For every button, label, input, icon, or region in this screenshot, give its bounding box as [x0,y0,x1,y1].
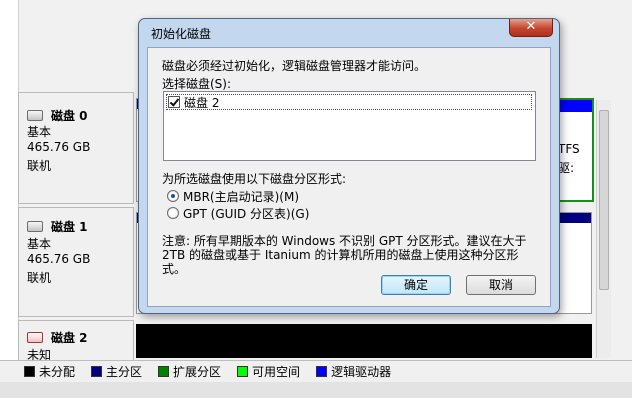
select-disk-label: 选择磁盘(S): [162,77,232,91]
intro-text: 磁盘必须经过初始化，逻辑磁盘管理器才能访问。 [162,59,427,73]
gpt-radio[interactable] [167,207,179,219]
disk-list-item-label: 磁盘 2 [184,95,220,110]
unknown-disk-icon [27,332,43,343]
vertical-scrollbar[interactable] [596,100,611,358]
disk-icon [27,110,43,121]
disk-1-row[interactable]: 磁盘 1 基本 465.76 GB 联机 [18,207,134,317]
disk-icon [27,221,43,232]
legend-label: 主分区 [106,365,143,379]
disk-0-type: 基本 [27,125,52,139]
volume-label-fragment: 驱: [558,161,575,175]
disk-2-name: 磁盘 2 [51,331,88,345]
legend-unallocated: 未分配 [24,363,75,380]
legend-free-space: 可用空间 [237,363,300,380]
dialog-title: 初始化磁盘 [151,27,212,41]
left-margin [0,0,19,360]
disk-listbox[interactable]: 磁盘 2 [163,91,536,161]
ok-button[interactable]: 确定 [381,275,451,295]
disk-2-checkbox[interactable] [168,96,180,108]
legend-swatch [316,366,328,377]
disk-0-status: 联机 [27,159,52,173]
disk-1-status: 联机 [27,271,52,285]
disk-0-size: 465.76 GB [27,140,91,154]
mbr-radio[interactable] [167,190,179,202]
legend-logical: 逻辑驱动器 [316,363,391,380]
volume-fs-fragment: TFS [558,142,580,156]
disk-2-row[interactable]: 磁盘 2 未知 [18,320,134,362]
disk-2-unallocated[interactable] [136,324,592,358]
mbr-label[interactable]: MBR(主启动记录)(M) [183,188,299,205]
note-line-2: 2TB 的磁盘或基于 Itanium 的计算机所用的磁盘上使用这种分区形 [162,248,519,262]
disk-0-row[interactable]: 磁盘 0 基本 465.76 GB 联机 [18,92,134,204]
disk-list-item[interactable]: 磁盘 2 [166,94,532,110]
close-button[interactable]: ✕ [509,19,553,37]
disk-1-name: 磁盘 1 [51,220,88,234]
note-line-3: 式。 [162,262,187,276]
legend-label: 逻辑驱动器 [331,365,392,379]
legend-primary: 主分区 [91,363,142,380]
legend-swatch [158,366,170,377]
partition-style-label: 为所选磁盘使用以下磁盘分区形式: [162,172,347,186]
cancel-button[interactable]: 取消 [466,275,536,295]
legend-bar: 未分配 主分区 扩展分区 可用空间 逻辑驱动器 [0,360,632,382]
initialize-disk-dialog: 初始化磁盘 ✕ 磁盘必须经过初始化，逻辑磁盘管理器才能访问。 选择磁盘(S): … [138,18,560,314]
scrollbar-thumb[interactable] [599,110,609,290]
disk-0-name: 磁盘 0 [51,109,88,123]
legend-label: 未分配 [39,365,76,379]
disk-1-type: 基本 [27,237,52,251]
legend-swatch [24,366,35,377]
legend-extended: 扩展分区 [158,363,221,380]
close-icon: ✕ [525,19,537,34]
legend-swatch [91,366,103,377]
legend-label: 可用空间 [252,365,301,379]
gpt-label[interactable]: GPT (GUID 分区表)(G) [183,205,309,222]
legend-label: 扩展分区 [173,365,222,379]
status-strip [0,382,632,398]
legend-swatch [237,366,249,377]
disk-1-size: 465.76 GB [27,252,91,266]
dialog-body: 磁盘必须经过初始化，逻辑磁盘管理器才能访问。 选择磁盘(S): 磁盘 2 为所选… [147,47,551,307]
